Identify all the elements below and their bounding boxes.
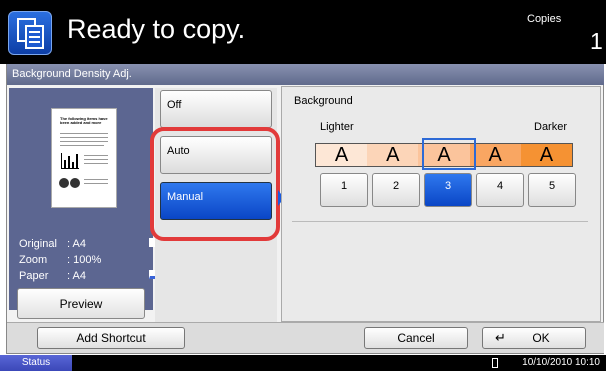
thumbnail-pie-chart-icon	[59, 175, 81, 193]
top-bar: Ready to copy. Copies 1	[0, 0, 606, 64]
cancel-button[interactable]: Cancel	[364, 327, 468, 349]
info-key: Paper	[19, 270, 49, 282]
density-selection-frame	[422, 138, 476, 170]
density-sample-5: A	[520, 144, 573, 166]
add-shortcut-button[interactable]: Add Shortcut	[37, 327, 185, 349]
status-message: Ready to copy.	[67, 14, 246, 44]
thumbnail-bar-chart-icon	[61, 153, 79, 169]
document-thumbnail: The following items have been added and …	[51, 108, 117, 208]
preview-sidepanel: The following items have been added and …	[9, 88, 156, 310]
enter-icon: ↵	[495, 330, 506, 345]
panel-title: Background Density Adj.	[7, 64, 604, 85]
preview-button[interactable]: Preview	[17, 288, 145, 319]
copies-count: 1	[590, 28, 603, 54]
copies-label: Copies	[527, 13, 562, 25]
background-title: Background	[294, 95, 353, 107]
density-sample-1: A	[316, 144, 368, 166]
darker-label: Darker	[534, 121, 568, 133]
thumbnail-title: The following items have been added and …	[60, 116, 108, 125]
info-key: Zoom	[19, 254, 48, 266]
ok-button[interactable]: ↵ OK	[482, 327, 586, 349]
status-button[interactable]: Status	[0, 355, 72, 371]
status-bar: Status 10/10/2010 10:10	[0, 355, 606, 371]
option-off-button[interactable]: Off	[160, 90, 272, 128]
level-5-button[interactable]: 5	[528, 173, 576, 207]
level-1-button[interactable]: 1	[320, 173, 368, 207]
ok-label: OK	[532, 331, 550, 345]
level-2-button[interactable]: 2	[372, 173, 420, 207]
density-sample-4: A	[469, 144, 521, 166]
main-panel: Background Density Adj. The following it…	[6, 64, 604, 354]
info-value: : A4	[67, 238, 86, 250]
datetime: 10/10/2010 10:10	[522, 357, 600, 368]
info-value: : 100%	[67, 254, 102, 266]
memory-card-icon	[492, 358, 498, 368]
info-key: Original	[19, 238, 57, 250]
divider	[292, 221, 588, 222]
info-value: : A4	[67, 270, 86, 282]
lighter-label: Lighter	[320, 121, 354, 133]
level-4-button[interactable]: 4	[476, 173, 524, 207]
bottom-action-bar: Add Shortcut Cancel ↵ OK	[7, 322, 604, 353]
highlight-ring	[150, 127, 280, 241]
copy-function-icon	[8, 11, 52, 55]
level-3-button[interactable]: 3	[424, 173, 472, 207]
background-settings-box: Background Lighter Darker A A A A A 1 2 …	[281, 86, 601, 322]
density-sample-2: A	[367, 144, 419, 166]
